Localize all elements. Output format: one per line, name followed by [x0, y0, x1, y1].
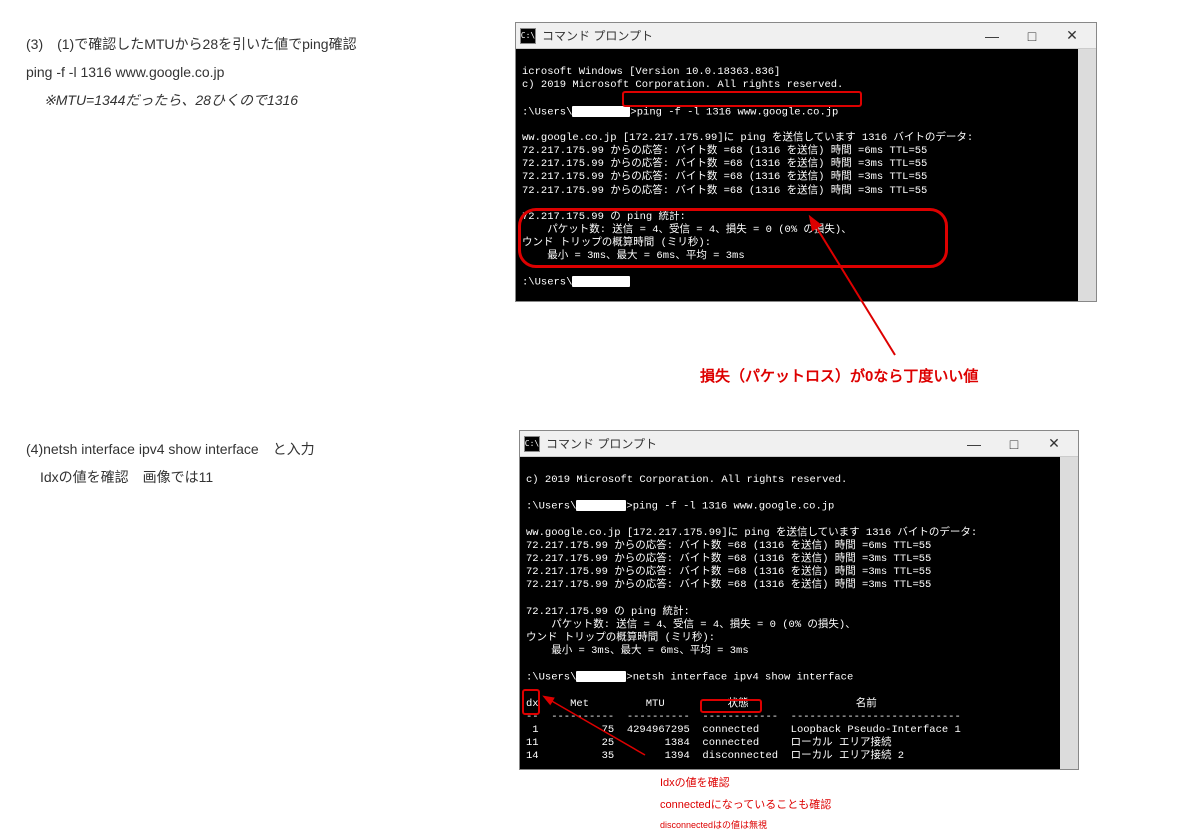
close-button[interactable]: ✕ — [1034, 432, 1074, 456]
step4-instructions: (4)netsh interface ipv4 show interface と… — [26, 435, 486, 491]
redacted-user — [572, 106, 630, 117]
maximize-button[interactable]: □ — [994, 432, 1034, 456]
redacted-user — [572, 276, 630, 287]
maximize-button[interactable]: □ — [1012, 24, 1052, 48]
step4-title: (4)netsh interface ipv4 show interface と… — [26, 435, 486, 463]
annotation-connected: connectedになっていることも確認 — [660, 797, 831, 815]
titlebar-2: C:\ コマンド プロンプト ― □ ✕ — [520, 431, 1078, 457]
titlebar-1: C:\ コマンド プロンプト ― □ ✕ — [516, 23, 1096, 49]
console-window-2: C:\ コマンド プロンプト ― □ ✕ c) 2019 Microsoft C… — [519, 430, 1079, 770]
redacted-user — [576, 500, 626, 511]
cmd-icon: C:\ — [524, 436, 540, 452]
step3-instructions: (3) (1)で確認したMTUから28を引いた値でping確認 ping -f … — [26, 30, 486, 114]
cmd-icon: C:\ — [520, 28, 536, 44]
annotation-packet-loss: 損失（パケットロス）が0なら丁度いい値 — [700, 365, 978, 386]
console-body-2: c) 2019 Microsoft Corporation. All right… — [520, 457, 1078, 769]
step3-command: ping -f -l 1316 www.google.co.jp — [26, 58, 486, 86]
annotation-idx: Idxの値を確認 — [660, 775, 730, 793]
console-body-1: icrosoft Windows [Version 10.0.18363.836… — [516, 49, 1096, 301]
minimize-button[interactable]: ― — [954, 432, 994, 456]
window-title-1: コマンド プロンプト — [542, 27, 653, 44]
step3-note: ※MTU=1344だったら、28ひくので1316 — [44, 86, 486, 114]
console-window-1: C:\ コマンド プロンプト ― □ ✕ icrosoft Windows [V… — [515, 22, 1097, 302]
window-title-2: コマンド プロンプト — [546, 435, 657, 452]
step3-title: (3) (1)で確認したMTUから28を引いた値でping確認 — [26, 30, 486, 58]
annotation-disconnected: disconnectedはの値は無視 — [660, 818, 767, 831]
close-button[interactable]: ✕ — [1052, 24, 1092, 48]
minimize-button[interactable]: ― — [972, 24, 1012, 48]
step4-sub: Idxの値を確認 画像では11 — [40, 463, 486, 491]
redacted-user — [576, 671, 626, 682]
